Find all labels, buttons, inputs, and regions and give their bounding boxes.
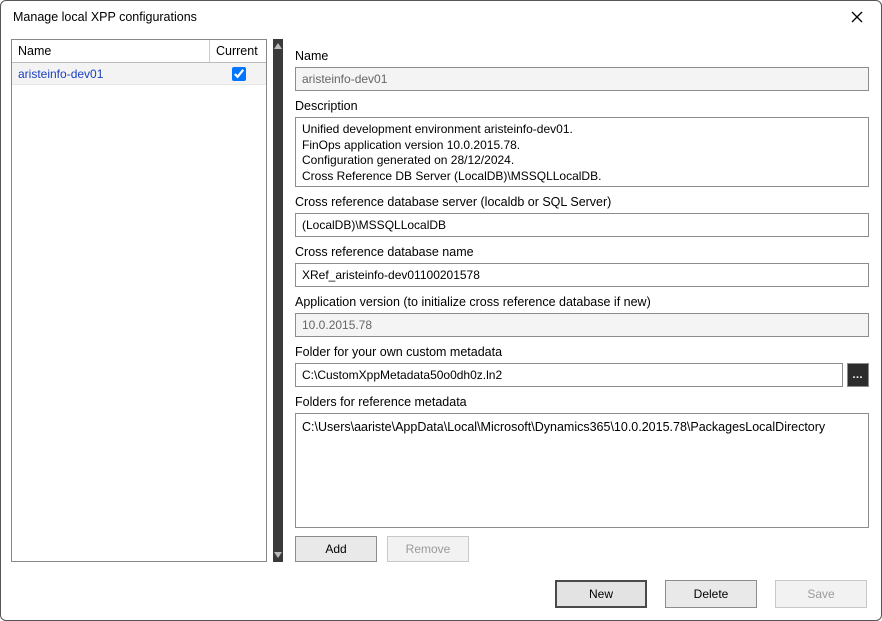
- browse-button[interactable]: …: [847, 363, 869, 387]
- dialog-window: Manage local XPP configurations Name Cur…: [0, 0, 882, 621]
- description-label: Description: [295, 99, 869, 113]
- row-name[interactable]: aristeinfo-dev01: [12, 65, 210, 83]
- delete-button[interactable]: Delete: [665, 580, 757, 608]
- remove-button[interactable]: Remove: [387, 536, 469, 562]
- current-checkbox[interactable]: [232, 67, 246, 81]
- name-label: Name: [295, 49, 869, 63]
- ref-folders-label: Folders for reference metadata: [295, 395, 869, 409]
- ref-folders-listbox[interactable]: C:\Users\aariste\AppData\Local\Microsoft…: [295, 413, 869, 528]
- app-version-input[interactable]: [295, 313, 869, 337]
- table-row[interactable]: aristeinfo-dev01: [12, 63, 266, 85]
- custom-folder-label: Folder for your own custom metadata: [295, 345, 869, 359]
- details-panel: Name Description Cross reference databas…: [289, 39, 871, 562]
- description-wrap: [295, 117, 869, 187]
- titlebar: Manage local XPP configurations: [1, 1, 881, 33]
- xref-server-label: Cross reference database server (localdb…: [295, 195, 869, 209]
- row-current-cell: [210, 64, 266, 84]
- table-header: Name Current: [12, 40, 266, 63]
- save-button[interactable]: Save: [775, 580, 867, 608]
- column-current[interactable]: Current: [210, 40, 266, 62]
- add-button[interactable]: Add: [295, 536, 377, 562]
- custom-folder-input[interactable]: [295, 363, 843, 387]
- window-title: Manage local XPP configurations: [13, 10, 843, 24]
- app-version-label: Application version (to initialize cross…: [295, 295, 869, 309]
- close-icon[interactable]: [843, 5, 871, 29]
- vertical-splitter[interactable]: [273, 39, 283, 562]
- xref-server-input[interactable]: [295, 213, 869, 237]
- column-name[interactable]: Name: [12, 40, 210, 62]
- table-rows: aristeinfo-dev01: [12, 63, 266, 561]
- name-input[interactable]: [295, 67, 869, 91]
- xref-db-label: Cross reference database name: [295, 245, 869, 259]
- xref-db-input[interactable]: [295, 263, 869, 287]
- list-item[interactable]: C:\Users\aariste\AppData\Local\Microsoft…: [302, 420, 862, 434]
- dialog-body: Name Current aristeinfo-dev01 Name Descr…: [1, 33, 881, 572]
- new-button[interactable]: New: [555, 580, 647, 608]
- configurations-table: Name Current aristeinfo-dev01: [11, 39, 267, 562]
- description-textarea[interactable]: [296, 118, 868, 186]
- dialog-footer: New Delete Save: [1, 572, 881, 620]
